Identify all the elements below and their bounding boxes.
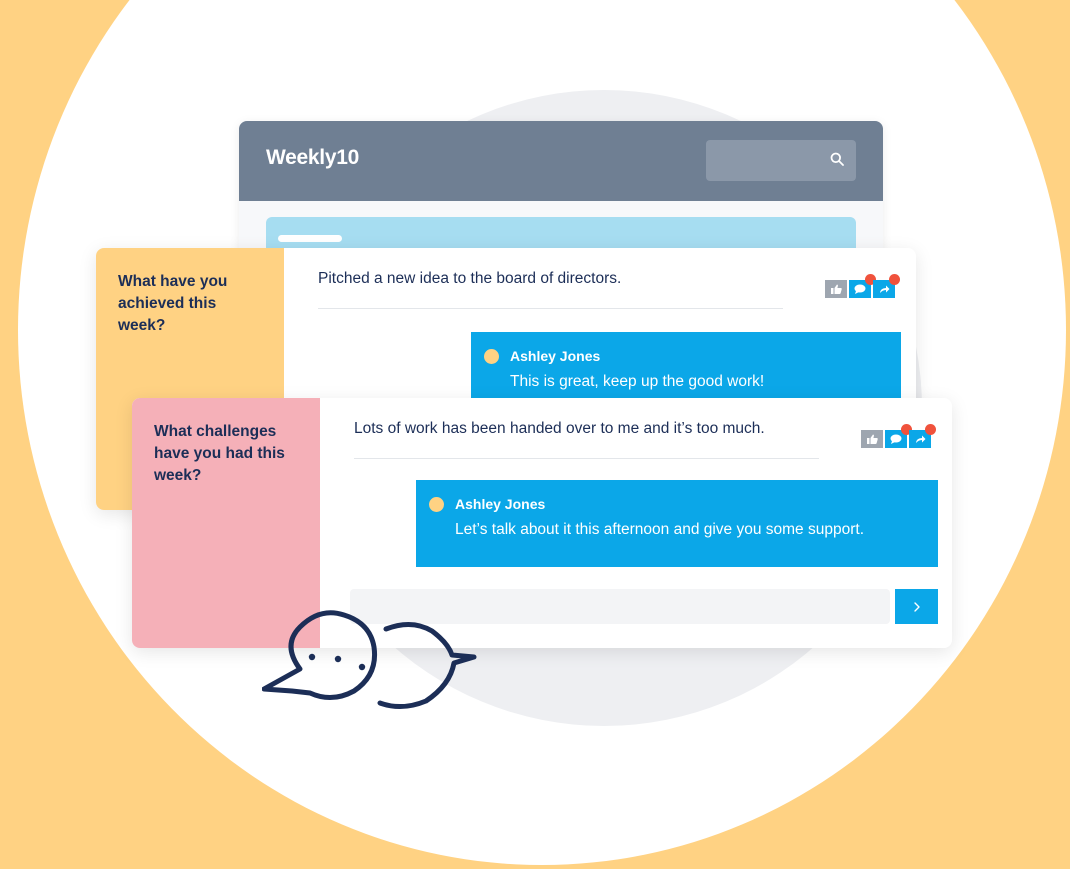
comment-icon <box>890 434 902 444</box>
like-button[interactable] <box>825 280 847 298</box>
app-header: Weekly10 <box>239 121 883 201</box>
share-button[interactable] <box>909 424 936 448</box>
answer-text: Lots of work has been handed over to me … <box>354 420 765 437</box>
notification-dot <box>889 274 900 285</box>
divider <box>354 458 819 459</box>
share-button[interactable] <box>873 274 900 298</box>
avatar <box>484 349 499 364</box>
comment-button[interactable] <box>885 424 912 448</box>
comment-icon <box>854 284 866 294</box>
notification-dot <box>925 424 936 435</box>
reply-author: Ashley Jones <box>455 496 546 512</box>
thumbs-up-icon <box>830 284 842 294</box>
action-buttons <box>825 274 900 298</box>
reply-message: This is great, keep up the good work! <box>510 373 765 390</box>
app-logo: Weekly10 <box>266 146 359 169</box>
share-icon <box>915 435 925 443</box>
manager-reply: Ashley Jones Let’s talk about it this af… <box>416 480 938 567</box>
reply-author: Ashley Jones <box>510 348 601 364</box>
search-icon[interactable] <box>830 152 844 171</box>
banner-bar <box>278 235 342 242</box>
divider <box>318 308 783 309</box>
answer-text: Pitched a new idea to the board of direc… <box>318 270 622 287</box>
search-input[interactable] <box>706 140 856 181</box>
reply-message: Let’s talk about it this afternoon and g… <box>455 521 864 538</box>
action-buttons <box>861 424 936 448</box>
chevron-right-icon <box>913 601 920 612</box>
avatar <box>429 497 444 512</box>
like-button[interactable] <box>861 430 883 448</box>
send-button[interactable] <box>895 589 938 624</box>
thumbs-up-icon <box>866 434 878 444</box>
speech-bubbles-icon <box>262 610 477 709</box>
checkin-card-challenges: What challenges have you had this week? … <box>132 398 952 648</box>
comment-button[interactable] <box>849 274 876 298</box>
share-icon <box>879 285 889 293</box>
